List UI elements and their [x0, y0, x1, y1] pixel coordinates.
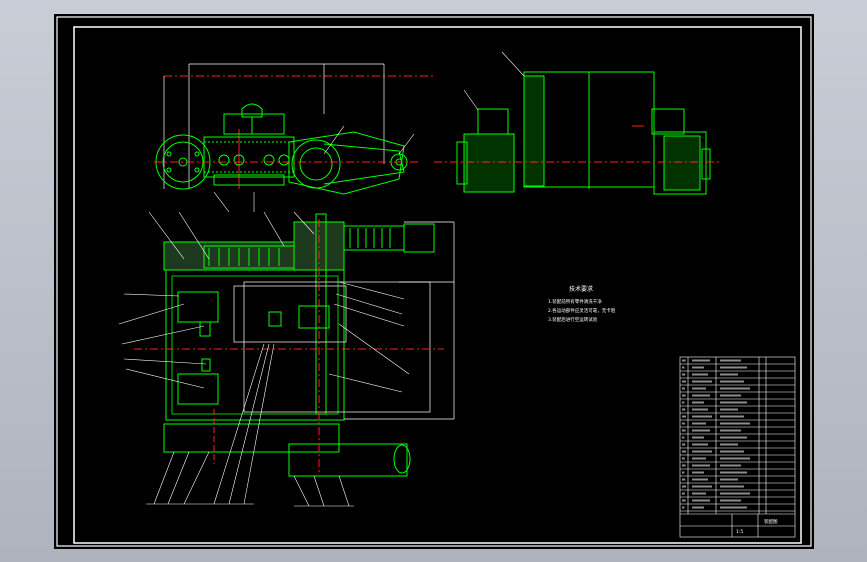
title-block-name: 装配图: [764, 518, 778, 525]
illegible-text-mark: [682, 380, 686, 383]
illegible-text-mark: [682, 422, 685, 425]
notes-line-1: 1.装配前所有零件清洗干净: [548, 298, 602, 305]
illegible-text-mark: [692, 457, 706, 460]
assembly-drawing: 技术要求 1.装配前所有零件清洗干净 2.各运动部件应灵活可靠，无卡阻 3.装配…: [56, 16, 812, 547]
inner-frame: [73, 26, 802, 544]
illegible-text-mark: [692, 464, 710, 467]
illegible-text-mark: [692, 394, 710, 397]
illegible-text-mark: [682, 492, 685, 495]
illegible-text-mark: [682, 471, 685, 474]
notes-title: 技术要求: [569, 285, 593, 293]
side-view: [154, 63, 434, 213]
illegible-text-mark: [692, 408, 708, 411]
title-block: 装配图 1:5: [736, 518, 778, 535]
outer-frame: [56, 16, 812, 547]
illegible-text-mark: [692, 478, 708, 481]
illegible-text-mark: [682, 436, 685, 439]
illegible-text-mark: [682, 443, 686, 446]
motor-view: [434, 51, 722, 195]
illegible-text-mark: [720, 387, 750, 390]
illegible-text-mark: [720, 401, 747, 404]
illegible-text-mark: [682, 387, 685, 390]
illegible-text-mark: [720, 457, 750, 460]
illegible-text-mark: [682, 457, 685, 460]
illegible-text-mark: [720, 373, 738, 376]
illegible-text-mark: [720, 436, 747, 439]
illegible-text-mark: [720, 471, 747, 474]
illegible-text-mark: [692, 401, 704, 404]
illegible-text-mark: [682, 401, 685, 404]
illegible-text-mark: [692, 373, 708, 376]
illegible-text-mark: [682, 464, 686, 467]
illegible-text-mark: [682, 450, 686, 453]
illegible-text-mark: [720, 464, 741, 467]
section-view: [134, 213, 455, 477]
notes-line-2: 2.各运动部件应灵活可靠，无卡阻: [548, 307, 616, 314]
illegible-text-mark: [692, 366, 704, 369]
illegible-text-mark: [720, 429, 741, 432]
illegible-text-mark: [720, 478, 738, 481]
illegible-text-mark: [682, 429, 686, 432]
illegible-text-mark: [682, 394, 686, 397]
illegible-text-mark: [682, 366, 685, 369]
illegible-text-mark: [692, 471, 704, 474]
illegible-text-mark: [720, 499, 741, 502]
illegible-text-mark: [692, 380, 712, 383]
parts-list: [679, 356, 796, 538]
illegible-text-mark: [692, 429, 710, 432]
illegible-text-mark: [692, 485, 712, 488]
notes-line-3: 3.装配后进行空运转试验: [548, 316, 598, 323]
illegible-text-mark: [692, 492, 706, 495]
illegible-text-mark: [720, 485, 744, 488]
illegible-text-mark: [692, 415, 712, 418]
technical-notes: 技术要求 1.装配前所有零件清洗干净 2.各运动部件应灵活可靠，无卡阻 3.装配…: [548, 285, 616, 323]
illegible-text-mark: [682, 359, 686, 362]
illegible-text-mark: [682, 485, 686, 488]
illegible-text-mark: [720, 450, 744, 453]
illegible-text-mark: [720, 506, 747, 509]
illegible-text-mark: [682, 506, 685, 509]
illegible-text-mark: [692, 359, 710, 362]
illegible-text-mark: [682, 499, 686, 502]
illegible-text-mark: [682, 373, 686, 376]
illegible-text-mark: [720, 380, 744, 383]
title-block-scale: 1:5: [736, 529, 743, 535]
illegible-text-mark: [720, 394, 741, 397]
illegible-text-mark: [682, 408, 686, 411]
illegible-text-mark: [682, 478, 686, 481]
illegible-text-mark: [692, 499, 710, 502]
illegible-text-mark: [720, 415, 744, 418]
illegible-text-mark: [692, 387, 706, 390]
illegible-text-mark: [720, 492, 750, 495]
illegible-text-mark: [720, 443, 738, 446]
illegible-text-mark: [682, 415, 686, 418]
illegible-text-mark: [720, 408, 738, 411]
illegible-text-mark: [692, 436, 704, 439]
cad-viewer: 技术要求 1.装配前所有零件清洗干净 2.各运动部件应灵活可靠，无卡阻 3.装配…: [0, 0, 867, 562]
illegible-text-mark: [720, 422, 750, 425]
illegible-text-mark: [720, 366, 747, 369]
illegible-text-mark: [720, 359, 741, 362]
illegible-text-mark: [692, 443, 708, 446]
illegible-text-mark: [692, 450, 712, 453]
drawing-sheet: 技术要求 1.装配前所有零件清洗干净 2.各运动部件应灵活可靠，无卡阻 3.装配…: [54, 14, 814, 549]
illegible-text-mark: [692, 422, 706, 425]
illegible-text-mark: [692, 506, 704, 509]
